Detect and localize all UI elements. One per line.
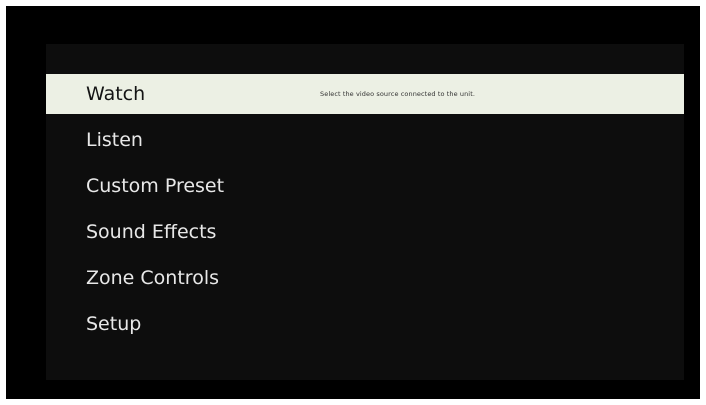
menu-item-label: Sound Effects [86, 221, 217, 243]
menu-item-custom-preset[interactable]: Custom Preset [46, 166, 684, 206]
tv-screen: Watch Select the video source connected … [6, 6, 700, 399]
menu-item-label: Watch [86, 83, 146, 105]
menu-item-zone-controls[interactable]: Zone Controls [46, 258, 684, 298]
home-menu-panel: Watch Select the video source connected … [46, 44, 684, 380]
menu-item-listen[interactable]: Listen [46, 120, 684, 160]
menu-item-label: Zone Controls [86, 267, 219, 289]
menu-item-sound-effects[interactable]: Sound Effects [46, 212, 684, 252]
menu-item-watch[interactable]: Watch Select the video source connected … [46, 74, 684, 114]
menu-item-description: Select the video source connected to the… [320, 90, 476, 98]
menu-item-label: Custom Preset [86, 175, 225, 197]
menu-item-setup[interactable]: Setup [46, 304, 684, 344]
menu-item-label: Setup [86, 313, 142, 335]
home-menu-list: Watch Select the video source connected … [46, 74, 684, 350]
menu-item-label: Listen [86, 129, 143, 151]
